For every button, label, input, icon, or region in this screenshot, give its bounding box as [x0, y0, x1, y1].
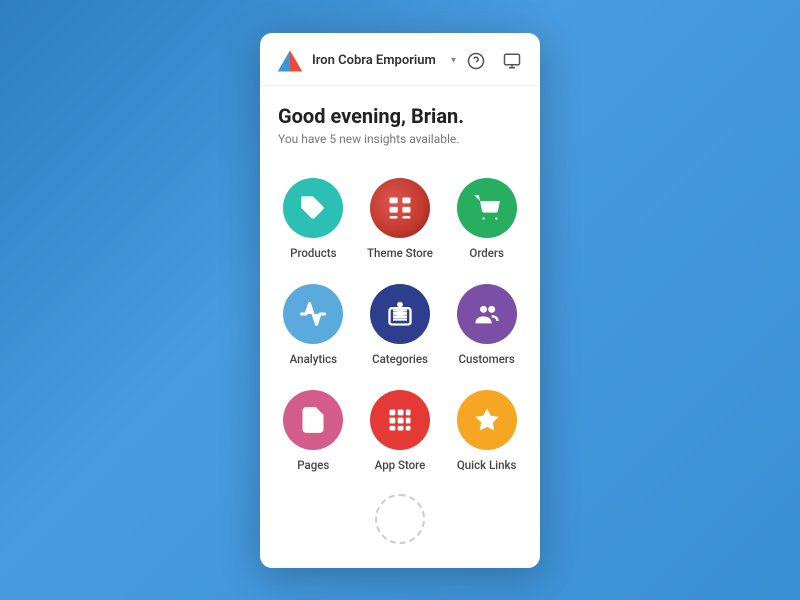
products-icon-circle [283, 178, 343, 238]
greeting-title: Good evening, Brian. [278, 104, 522, 128]
app-grid: Products Theme Store Orders [260, 156, 540, 490]
grid-item-orders[interactable]: Orders [443, 164, 530, 270]
main-card: Iron Cobra Emporium ▾ Good evening, Bria… [260, 33, 540, 568]
analytics-icon-circle [283, 284, 343, 344]
analytics-label: Analytics [290, 352, 337, 366]
add-more-hint[interactable] [375, 494, 425, 544]
grid-item-quick-links[interactable]: Quick Links [443, 376, 530, 482]
quick-links-icon-circle [457, 390, 517, 450]
pages-label: Pages [297, 458, 329, 472]
header-icons [464, 49, 524, 73]
dropdown-arrow-icon[interactable]: ▾ [451, 55, 456, 66]
app-store-label: App Store [375, 458, 426, 472]
display-button[interactable] [500, 49, 524, 73]
grid-item-app-store[interactable]: App Store [357, 376, 444, 482]
customers-label: Customers [459, 352, 515, 366]
app-header: Iron Cobra Emporium ▾ [260, 33, 540, 86]
grid-item-theme-store[interactable]: Theme Store [357, 164, 444, 270]
customers-icon-circle [457, 284, 517, 344]
categories-icon-circle [370, 284, 430, 344]
grid-item-categories[interactable]: Categories [357, 270, 444, 376]
grid-item-customers[interactable]: Customers [443, 270, 530, 376]
store-name: Iron Cobra Emporium [312, 53, 441, 68]
grid-item-products[interactable]: Products [270, 164, 357, 270]
greeting-section: Good evening, Brian. You have 5 new insi… [260, 86, 540, 156]
orders-label: Orders [469, 246, 504, 260]
grid-item-analytics[interactable]: Analytics [270, 270, 357, 376]
help-button[interactable] [464, 49, 488, 73]
products-label: Products [290, 246, 336, 260]
categories-label: Categories [372, 352, 428, 366]
theme-store-icon-circle [370, 178, 430, 238]
app-store-icon-circle [370, 390, 430, 450]
grid-item-pages[interactable]: Pages [270, 376, 357, 482]
theme-store-label: Theme Store [367, 246, 433, 260]
logo-icon [276, 47, 304, 75]
orders-icon-circle [457, 178, 517, 238]
greeting-subtitle: You have 5 new insights available. [278, 132, 522, 146]
pages-icon-circle [283, 390, 343, 450]
quick-links-label: Quick Links [457, 458, 517, 472]
